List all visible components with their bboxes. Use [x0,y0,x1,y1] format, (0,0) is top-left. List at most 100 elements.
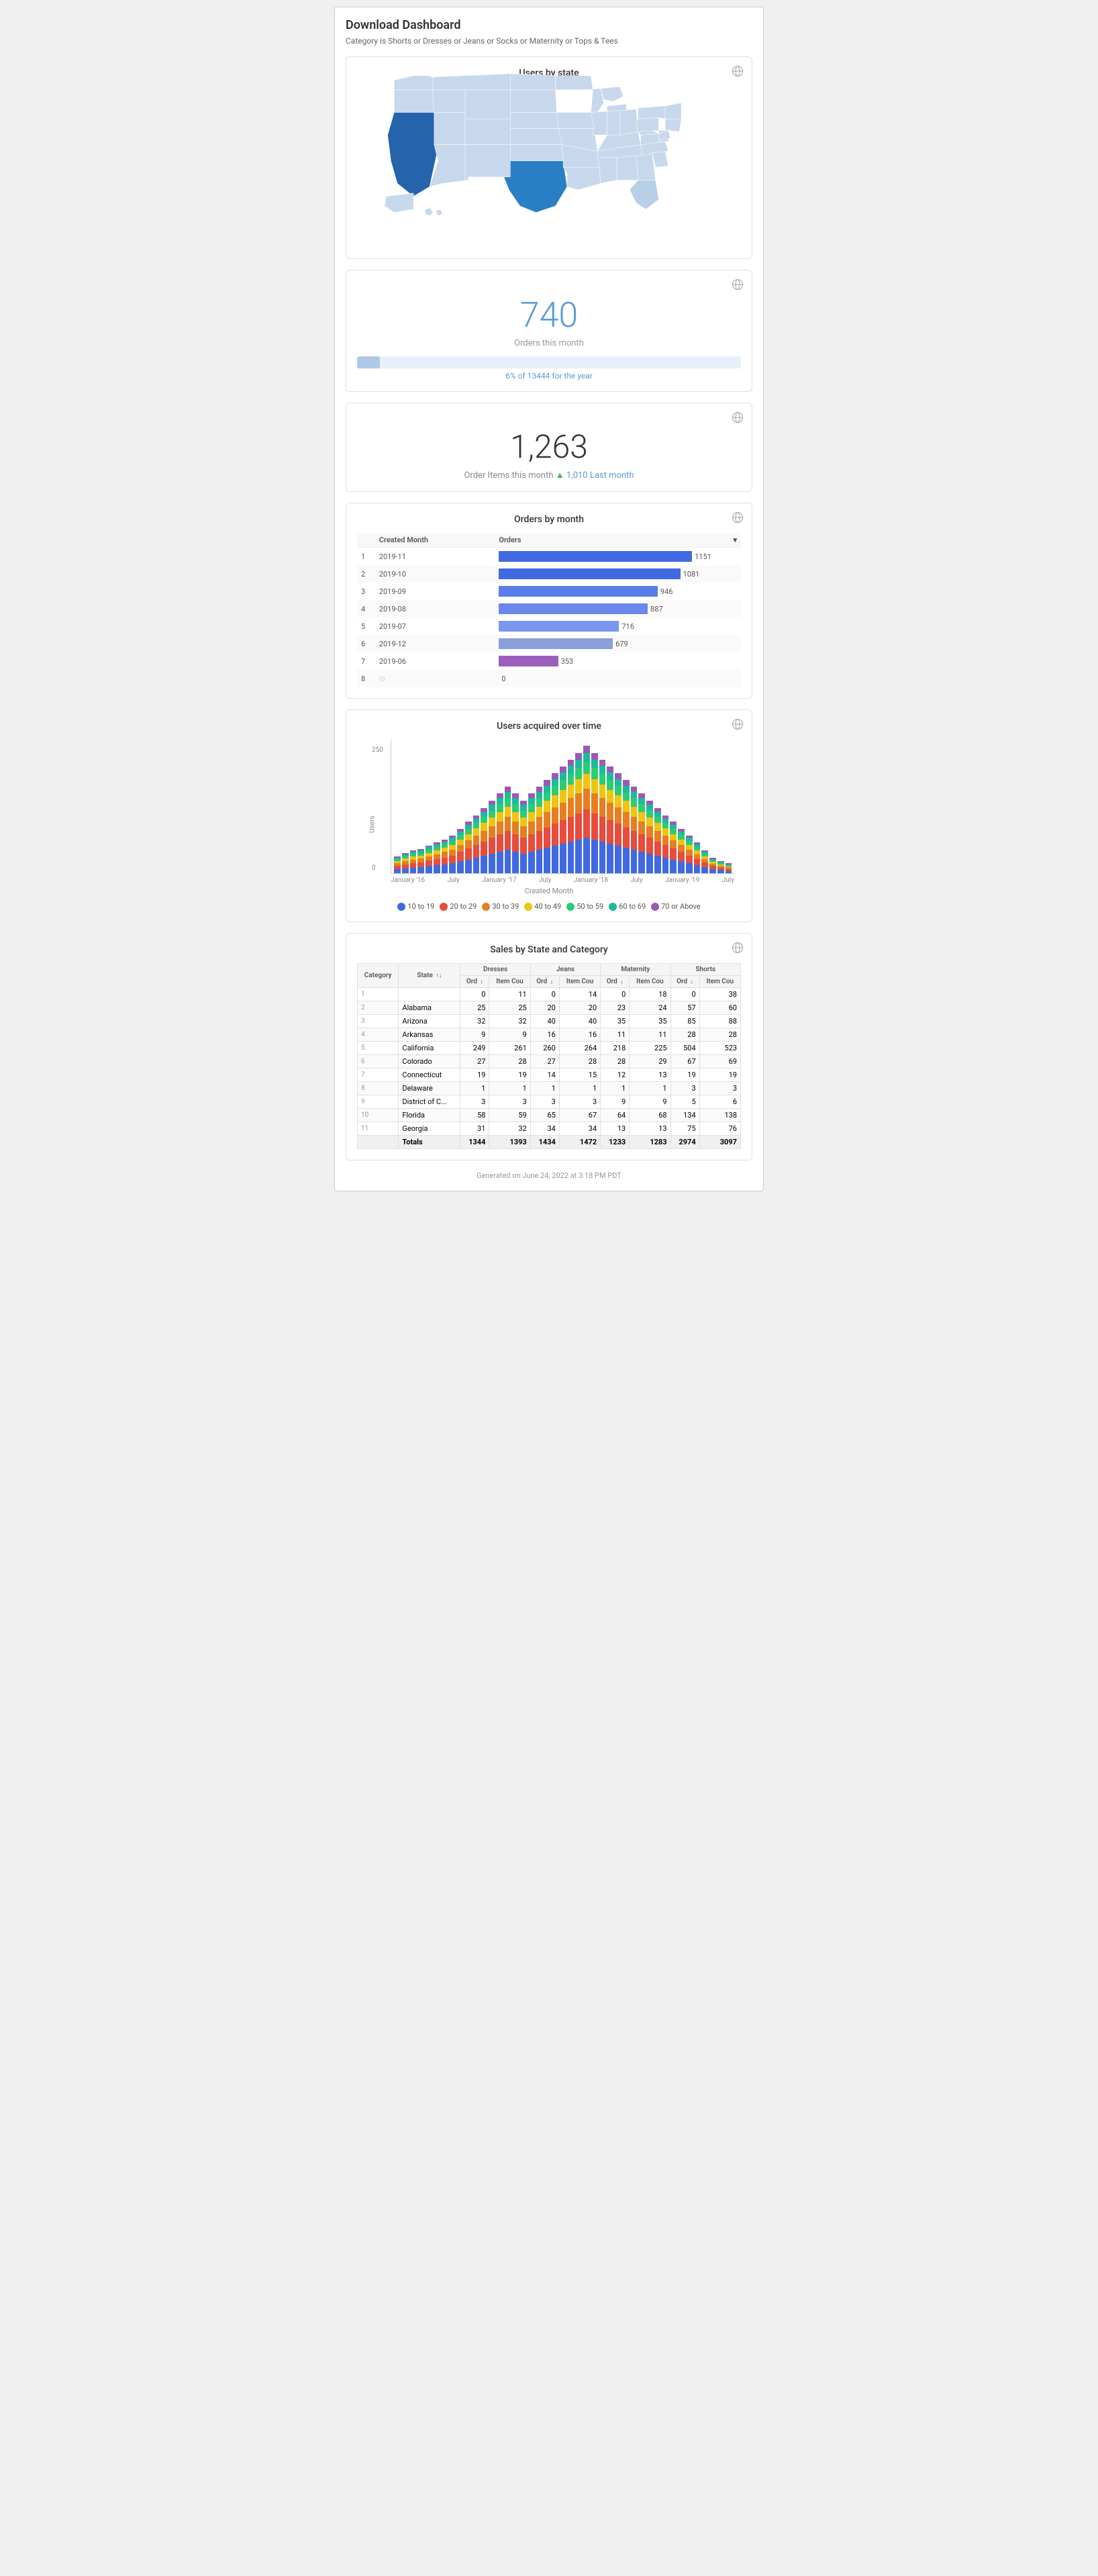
legend-label: 70 or Above [661,902,700,911]
legend-color [440,903,448,911]
stacked-bar-group [528,793,535,873]
stacked-segment [481,831,487,842]
map-container [357,87,741,248]
stacked-bar-group [678,829,685,873]
stacked-segment [591,768,598,779]
stacked-segment [512,798,519,804]
globe-icon-5 [732,718,744,730]
stacked-bar-group [552,773,558,873]
stacked-segment [505,792,511,798]
stacked-segment [544,786,550,793]
stacked-segment [568,785,575,798]
stacked-segment [552,786,558,795]
row-num: 2 [357,565,375,583]
stacked-segment [701,862,708,867]
jeans-item-cell: 40 [559,1015,600,1028]
sales-header-row-1: Category State ↑↓ Dresses Jeans Maternit… [358,964,741,976]
stacked-segment [520,838,527,853]
stacked-segment [520,805,527,810]
stacked-segment [638,804,645,812]
row-num: 6 [357,635,375,652]
stacked-segment [623,828,630,848]
bar-chart-row: 2 2019-10 1081 [357,565,741,583]
stacked-segment [607,820,613,844]
maternity-ord-cell: 11 [601,1028,630,1042]
orders-month-card: 740 Orders this month 6% of 13444 for th… [346,270,752,392]
legend-item: 10 to 19 [397,902,434,911]
state-cell: Arkansas [399,1028,460,1042]
stacked-segment [536,850,543,873]
orders-by-month-title: Orders by month [357,514,741,525]
y-label-0: 0 [372,864,376,872]
stacked-segment [654,856,661,873]
sales-table-row: 4 Arkansas 9 9 16 16 11 11 28 28 [358,1028,741,1042]
stacked-segment [575,760,582,768]
stacked-segment [536,787,543,792]
stacked-segment [481,842,487,856]
stacked-segment [638,812,645,822]
stacked-bar-group [457,829,464,873]
order-items-label: Order Items this month ▲ 1,010 Last mont… [357,470,741,481]
bar-chart-row: 5 2019-07 716 [357,617,741,635]
bar-cell: 716 [495,617,741,635]
bar-cell: 887 [495,600,741,617]
stacked-segment [449,845,456,850]
stacked-bar-group [607,766,613,873]
dresses-ord-cell: 19 [460,1069,489,1082]
dresses-ord-cell: 9 [460,1028,489,1042]
stacked-segment [568,760,575,766]
stacked-segment [583,809,590,838]
stacked-segment [544,812,550,828]
legend-label: 10 to 19 [407,902,434,911]
stacked-segment [670,834,677,840]
state-cell: Florida [399,1109,460,1122]
x-axis-labels: January '16 July January '17 July Januar… [391,874,734,884]
stacked-segment [568,842,575,873]
sales-table-title: Sales by State and Category [357,944,741,955]
stacked-segment [631,817,638,831]
stacked-segment [417,862,424,867]
stacked-segment [544,801,550,811]
state-header: State ↑↓ [399,964,460,988]
state-cell: Arizona [399,1015,460,1028]
stacked-bar-group [599,760,606,874]
stacked-segment [631,798,638,806]
stacked-bar-group [512,793,519,873]
bar-rect [499,656,558,666]
stacked-segment [623,801,630,811]
stacked-segment [623,780,630,785]
stacked-segment [442,852,448,857]
stacked-bar-group [520,801,527,873]
stacked-segment [638,834,645,852]
stacked-segment [694,854,701,859]
stacked-segment [457,861,464,873]
stacked-segment [552,779,558,787]
maternity-ord-cell: 13 [601,1122,630,1136]
stacked-segment [528,798,535,804]
bar-value: 887 [650,605,663,613]
stacked-segment [678,852,685,861]
stacked-segment [449,856,456,864]
stacked-bar-group [560,766,566,873]
maternity-item-cell: 11 [630,1028,670,1042]
stacked-bar-group [709,858,716,873]
bar-chart-header: Created Month Orders ▾ [357,533,741,548]
map-card: Users by state [346,56,752,259]
stacked-segment [544,793,550,801]
stacked-segment [528,834,535,852]
dresses-ord: Ord ↓ [460,976,489,988]
bar-value: 0 [501,675,505,683]
stacked-segment [497,822,503,834]
stacked-segment [670,829,677,834]
dresses-ord-cell: 249 [460,1042,489,1055]
bar-cell: 946 [495,583,741,600]
maternity-item-cell: 9 [630,1095,670,1109]
shorts-item-cell: 60 [699,1001,740,1015]
stacked-segment [560,790,566,803]
dresses-ord-cell: 1 [460,1082,489,1095]
stacked-segment [489,818,495,826]
stacked-segment [528,804,535,812]
stacked-segment [717,870,724,873]
shorts-item-cell: 38 [699,988,740,1001]
sales-table-footer: Totals 1344 1393 1434 1472 1233 1283 297… [358,1136,741,1149]
